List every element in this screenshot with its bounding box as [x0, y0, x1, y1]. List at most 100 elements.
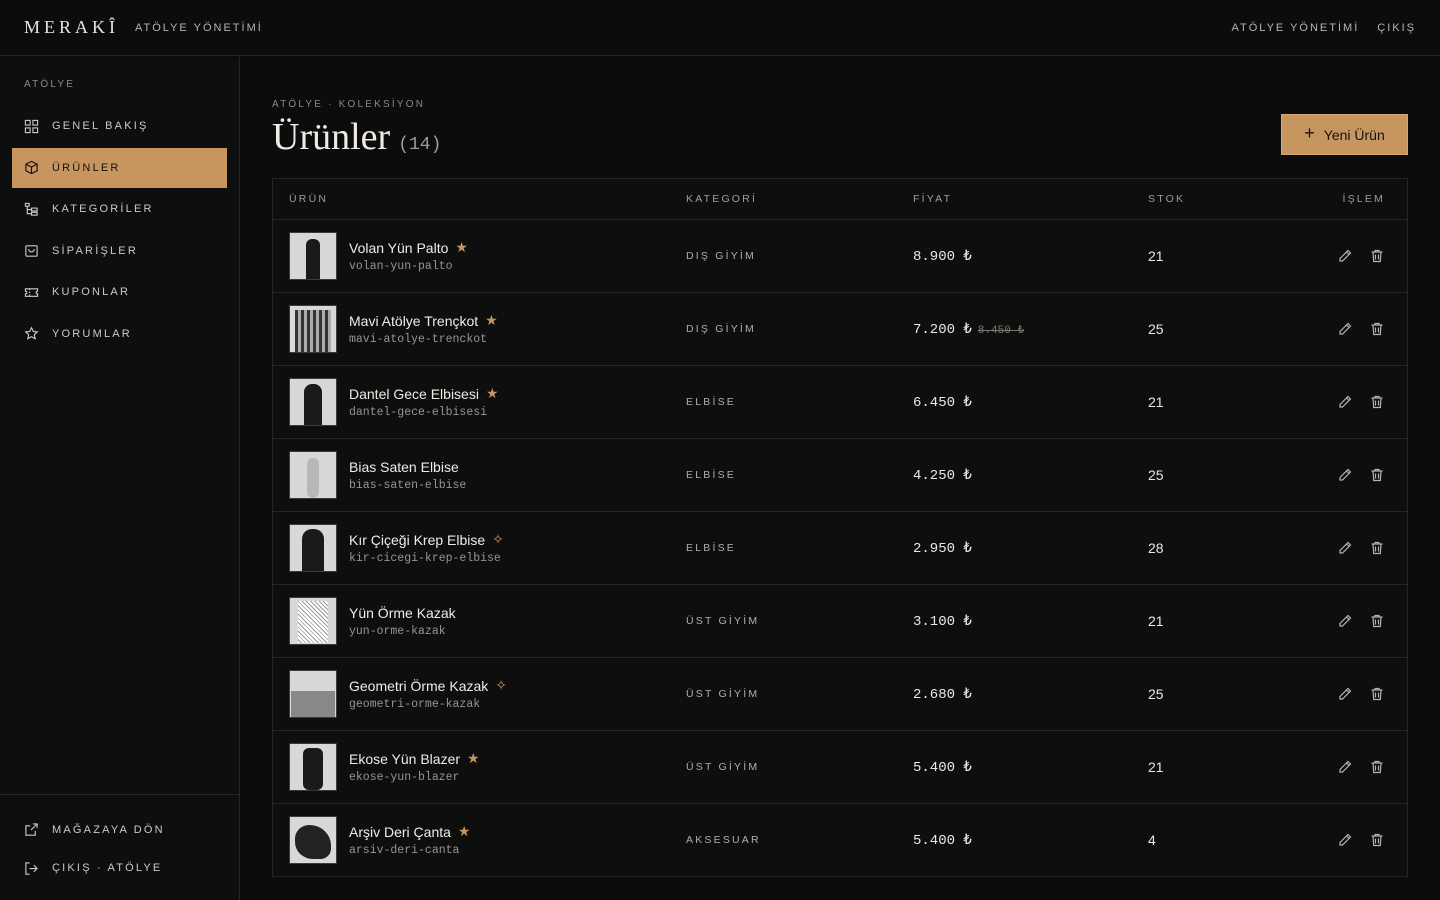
- table-row[interactable]: Dantel Gece Elbisesi ★ dantel-gece-elbise…: [273, 366, 1407, 439]
- edit-icon[interactable]: [1337, 321, 1353, 337]
- table-row[interactable]: Arşiv Deri Çanta ★ arsiv-deri-canta AKSES…: [273, 804, 1407, 877]
- thumbnail-figure: [302, 529, 324, 571]
- thumbnail-figure: [295, 825, 331, 859]
- table-body: Volan Yün Palto ★ volan-yun-palto DIŞ GİY…: [273, 220, 1407, 877]
- edit-icon[interactable]: [1337, 540, 1353, 556]
- thumbnail-figure: [306, 239, 320, 279]
- product-thumbnail[interactable]: [289, 378, 337, 426]
- table-row[interactable]: Ekose Yün Blazer ★ ekose-yun-blazer ÜST G…: [273, 731, 1407, 804]
- column-header-category[interactable]: KATEGORİ: [686, 193, 913, 205]
- product-thumbnail[interactable]: [289, 816, 337, 864]
- grid-icon: [24, 119, 39, 133]
- edit-icon[interactable]: [1337, 759, 1353, 775]
- edit-icon[interactable]: [1337, 394, 1353, 410]
- column-header-price[interactable]: FİYAT: [913, 193, 1148, 205]
- product-actions: [1298, 759, 1407, 775]
- product-thumbnail[interactable]: [289, 524, 337, 572]
- product-name[interactable]: Arşiv Deri Çanta ★: [349, 823, 470, 840]
- edit-icon[interactable]: [1337, 686, 1353, 702]
- table-row[interactable]: Geometri Örme Kazak ✧ geometri-orme-kazak…: [273, 658, 1407, 731]
- product-thumbnail[interactable]: [289, 670, 337, 718]
- column-header-product[interactable]: ÜRÜN: [273, 193, 686, 205]
- product-actions: [1298, 467, 1407, 483]
- sidebar-footer: MAĞAZAYA DÖN ÇIKIŞ · ATÖLYE: [0, 794, 239, 900]
- featured-badge-icon: ★: [457, 823, 471, 839]
- product-name[interactable]: Geometri Örme Kazak ✧: [349, 677, 507, 694]
- product-info: Mavi Atölye Trençkot ★ mavi-atolye-trenck…: [349, 312, 498, 346]
- product-old-price: 8.450 ₺: [977, 324, 1025, 337]
- table-row[interactable]: Volan Yün Palto ★ volan-yun-palto DIŞ GİY…: [273, 220, 1407, 293]
- product-name[interactable]: Mavi Atölye Trençkot ★: [349, 312, 498, 329]
- sidebar-item-coupons[interactable]: KUPONLAR: [12, 272, 227, 312]
- product-price: 7.200 ₺: [913, 321, 972, 338]
- product-name[interactable]: Yün Örme Kazak: [349, 605, 463, 621]
- product-name[interactable]: Kır Çiçeği Krep Elbise ✧: [349, 531, 504, 548]
- featured-badge-icon: ★: [455, 239, 468, 255]
- delete-icon[interactable]: [1369, 686, 1385, 702]
- product-price-cell: 4.250 ₺: [913, 467, 1148, 484]
- edit-icon[interactable]: [1337, 467, 1353, 483]
- sidebar-item-products[interactable]: ÜRÜNLER: [12, 147, 227, 188]
- product-info: Volan Yün Palto ★ volan-yun-palto: [349, 239, 468, 273]
- product-name[interactable]: Bias Saten Elbise: [349, 459, 466, 475]
- sidebar-item-logout[interactable]: ÇIKIŞ · ATÖLYE: [12, 850, 227, 887]
- product-actions: [1298, 321, 1407, 337]
- delete-icon[interactable]: [1369, 613, 1385, 629]
- delete-icon[interactable]: [1369, 248, 1385, 264]
- product-category: ELBİSE: [686, 396, 736, 408]
- new-product-button[interactable]: + Yeni Ürün: [1281, 114, 1408, 155]
- edit-icon[interactable]: [1337, 613, 1353, 629]
- product-category: DIŞ GİYİM: [686, 323, 756, 335]
- delete-icon[interactable]: [1369, 321, 1385, 337]
- breadcrumb: ATÖLYE · KOLEKSİYON: [272, 99, 426, 110]
- product-cell: Volan Yün Palto ★ volan-yun-palto: [273, 232, 686, 280]
- product-price-cell: 6.450 ₺: [913, 394, 1148, 411]
- delete-icon[interactable]: [1369, 540, 1385, 556]
- edit-icon[interactable]: [1337, 832, 1353, 848]
- product-thumbnail[interactable]: [289, 743, 337, 791]
- delete-icon[interactable]: [1369, 467, 1385, 483]
- delete-icon[interactable]: [1369, 759, 1385, 775]
- table-row[interactable]: Mavi Atölye Trençkot ★ mavi-atolye-trenck…: [273, 293, 1407, 366]
- sidebar-item-categories[interactable]: KATEGORİLER: [12, 189, 227, 229]
- delete-icon[interactable]: [1369, 832, 1385, 848]
- top-nav-admin-link[interactable]: ATÖLYE YÖNETİMİ: [1231, 22, 1359, 34]
- product-thumbnail[interactable]: [289, 305, 337, 353]
- sidebar-item-reviews[interactable]: YORUMLAR: [12, 314, 227, 354]
- main-content: ATÖLYE · KOLEKSİYON Ürünler (14) + Yeni …: [240, 57, 1440, 900]
- external-link-icon: [25, 823, 38, 836]
- product-count: (14): [398, 135, 442, 155]
- product-category: ÜST GİYİM: [686, 688, 760, 700]
- column-header-stock[interactable]: STOK: [1148, 193, 1298, 205]
- product-name[interactable]: Ekose Yün Blazer ★: [349, 750, 480, 767]
- sidebar-item-back-to-store[interactable]: MAĞAZAYA DÖN: [12, 811, 227, 848]
- product-stock: 21: [1148, 759, 1164, 775]
- product-name[interactable]: Volan Yün Palto ★: [349, 239, 468, 256]
- sidebar-item-label: KATEGORİLER: [52, 203, 154, 215]
- delete-icon[interactable]: [1369, 394, 1385, 410]
- table-row[interactable]: Yün Örme Kazak yun-orme-kazak ÜST GİYİM …: [273, 585, 1407, 658]
- product-slug: mavi-atolye-trenckot: [349, 333, 488, 346]
- table-row[interactable]: Kır Çiçeği Krep Elbise ✧ kir-cicegi-krep-…: [273, 512, 1407, 585]
- product-name[interactable]: Dantel Gece Elbisesi ★: [349, 385, 499, 402]
- product-thumbnail[interactable]: [289, 451, 337, 499]
- top-nav-logout-link[interactable]: ÇIKIŞ: [1377, 22, 1416, 34]
- sidebar-item-orders[interactable]: SİPARİŞLER: [12, 231, 227, 271]
- product-thumbnail[interactable]: [289, 232, 337, 280]
- product-slug: volan-yun-palto: [349, 260, 453, 273]
- sidebar-item-label: ÜRÜNLER: [52, 161, 121, 174]
- product-category: ÜST GİYİM: [686, 615, 760, 627]
- star-icon: [24, 326, 39, 340]
- product-info: Yün Örme Kazak yun-orme-kazak: [349, 605, 463, 638]
- product-stock: 21: [1148, 394, 1164, 410]
- product-info: Dantel Gece Elbisesi ★ dantel-gece-elbise…: [349, 385, 499, 419]
- brand-logo[interactable]: MERAKÎ: [24, 17, 119, 38]
- product-price-cell: 7.200 ₺ 8.450 ₺: [913, 321, 1148, 338]
- product-thumbnail[interactable]: [289, 597, 337, 645]
- table-row[interactable]: Bias Saten Elbise bias-saten-elbise ELBİ…: [273, 439, 1407, 512]
- sidebar-item-overview[interactable]: GENEL BAKIŞ: [12, 106, 227, 146]
- product-slug: bias-saten-elbise: [349, 478, 467, 492]
- product-price-cell: 3.100 ₺: [913, 613, 1148, 630]
- ticket-icon: [24, 287, 39, 297]
- edit-icon[interactable]: [1337, 248, 1353, 264]
